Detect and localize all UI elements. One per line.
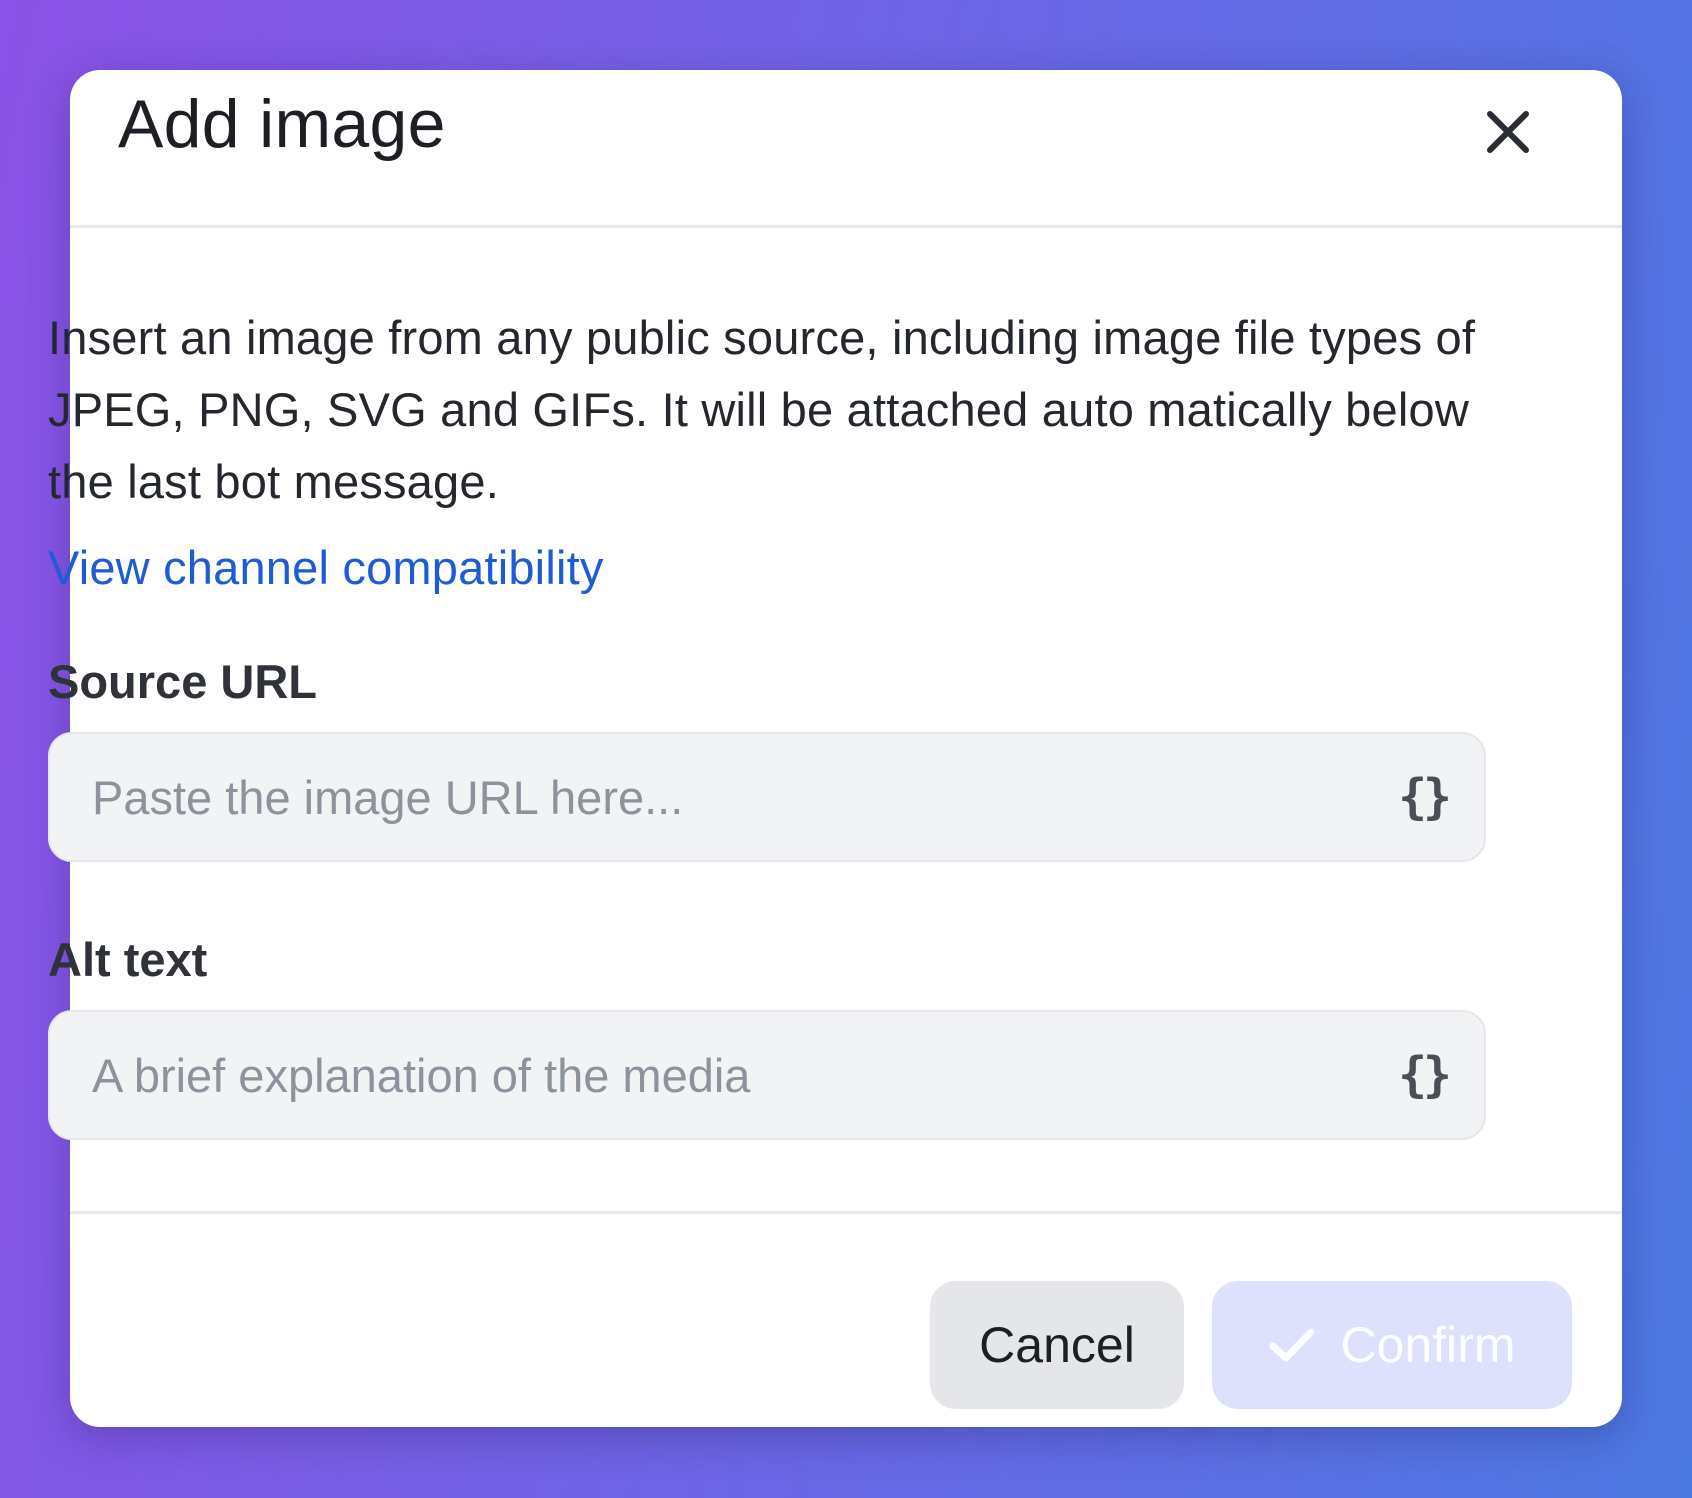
source-url-variable-button[interactable]: {} bbox=[1390, 764, 1456, 830]
alt-text-variable-button[interactable]: {} bbox=[1390, 1042, 1456, 1108]
check-icon bbox=[1269, 1328, 1315, 1362]
dialog-header: Add image bbox=[70, 70, 1622, 228]
close-button[interactable] bbox=[1472, 96, 1544, 168]
braces-icon: {} bbox=[1398, 1047, 1452, 1103]
footer-divider bbox=[70, 1211, 1622, 1214]
cancel-button-label: Cancel bbox=[979, 1317, 1135, 1373]
confirm-button[interactable]: Confirm bbox=[1212, 1281, 1572, 1409]
view-channel-compatibility-link[interactable]: View channel compatibility bbox=[48, 536, 604, 600]
source-url-input[interactable] bbox=[92, 734, 1372, 860]
dialog-description: Insert an image from any public source, … bbox=[48, 311, 1476, 508]
braces-icon: {} bbox=[1398, 769, 1452, 825]
alt-text-field: {} bbox=[48, 1010, 1486, 1140]
source-url-label: Source URL bbox=[48, 655, 317, 708]
cancel-button[interactable]: Cancel bbox=[930, 1281, 1184, 1409]
confirm-button-label: Confirm bbox=[1340, 1317, 1516, 1373]
close-icon bbox=[1487, 111, 1529, 153]
source-url-field: {} bbox=[48, 732, 1486, 862]
alt-text-label: Alt text bbox=[48, 933, 208, 986]
alt-text-input[interactable] bbox=[92, 1012, 1372, 1138]
dialog-title: Add image bbox=[118, 86, 446, 162]
